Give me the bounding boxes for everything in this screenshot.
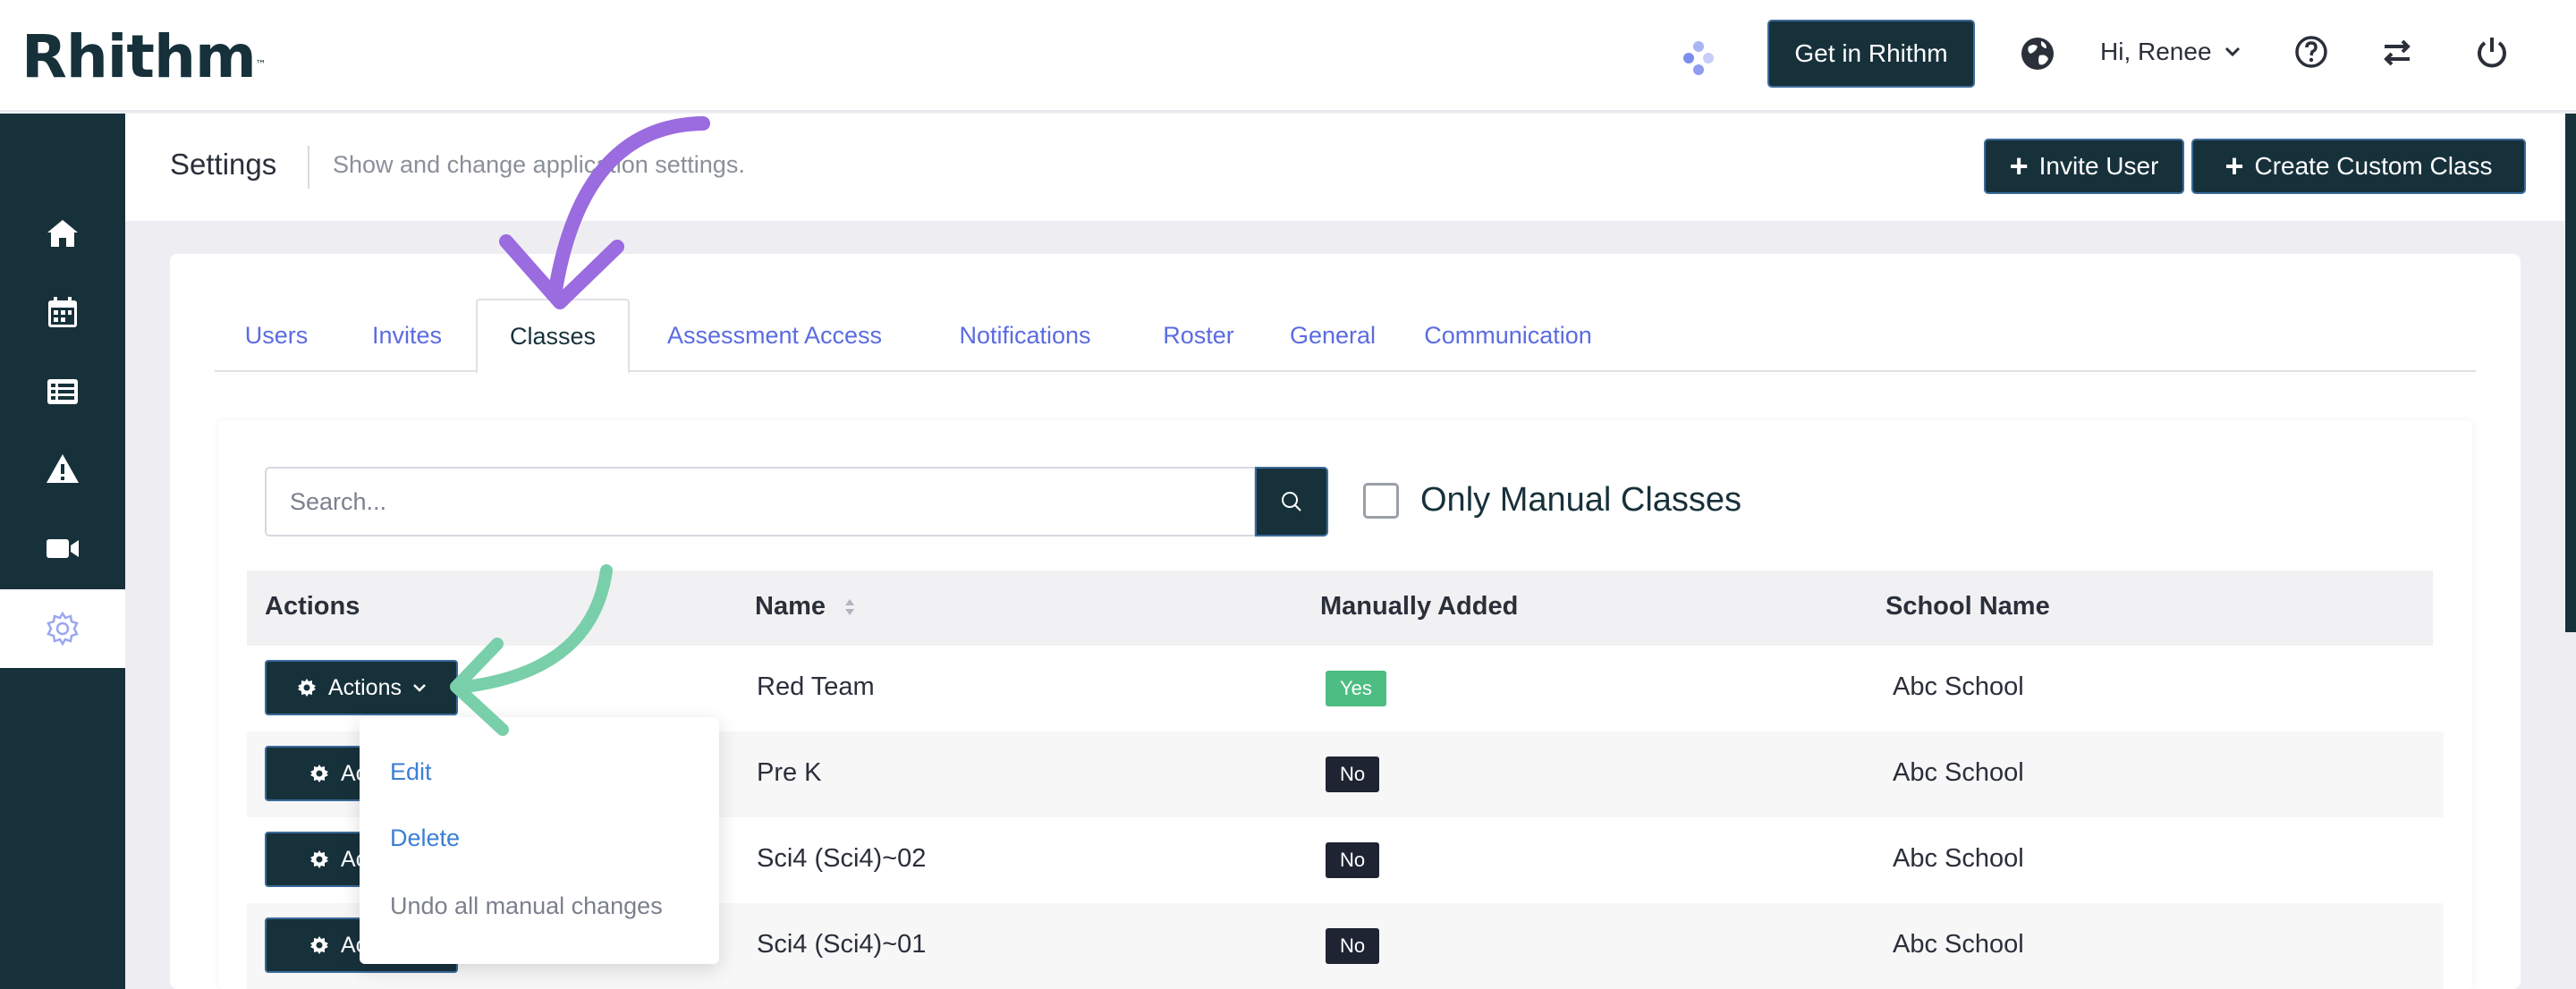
- actions-dropdown-menu: Edit Delete Undo all manual changes: [360, 717, 719, 964]
- column-header-school-name: School Name: [1885, 592, 2050, 621]
- gear-icon: [298, 679, 316, 697]
- tab-assessment-access[interactable]: Assessment Access: [630, 299, 919, 372]
- tab-general[interactable]: General: [1267, 299, 1399, 372]
- power-icon[interactable]: [2474, 34, 2510, 70]
- invite-user-button[interactable]: + Invite User: [1984, 139, 2184, 194]
- search-button[interactable]: [1255, 467, 1328, 537]
- sort-icon: [845, 599, 855, 616]
- plus-icon: +: [2224, 148, 2244, 184]
- tab-roster[interactable]: Roster: [1131, 299, 1267, 372]
- get-in-rhithm-button[interactable]: Get in Rhithm: [1767, 20, 1975, 88]
- manual-badge: Yes: [1326, 671, 1386, 706]
- top-bar: Rhithm™ Get in Rhithm Hi, Renee: [0, 0, 2576, 112]
- user-menu[interactable]: Hi, Renee: [2100, 34, 2241, 70]
- settings-tabs: Users Invites Classes Assessment Access …: [215, 299, 2476, 374]
- tab-users[interactable]: Users: [215, 299, 338, 372]
- tab-communication[interactable]: Communication: [1399, 299, 1617, 372]
- sidebar-item-video[interactable]: [0, 509, 125, 587]
- class-name: Sci4 (Sci4)~01: [757, 930, 927, 959]
- page-title: Settings: [170, 148, 277, 181]
- create-custom-class-button[interactable]: + Create Custom Class: [2191, 139, 2526, 194]
- tab-classes[interactable]: Classes: [476, 299, 630, 374]
- home-icon: [47, 220, 78, 247]
- calendar-icon: [48, 297, 77, 327]
- gear-icon: [47, 611, 79, 647]
- school-name: Abc School: [1893, 844, 2024, 873]
- search-icon: [1282, 492, 1301, 511]
- manual-badge: No: [1326, 757, 1380, 792]
- tab-invites[interactable]: Invites: [338, 299, 476, 372]
- rhithm-logo[interactable]: Rhithm™: [21, 21, 267, 93]
- only-manual-checkbox[interactable]: [1363, 483, 1399, 519]
- actions-button[interactable]: Actions: [265, 660, 458, 715]
- school-name: Abc School: [1893, 758, 2024, 787]
- menu-item-delete[interactable]: Delete: [390, 824, 460, 852]
- list-icon: [47, 379, 78, 404]
- gear-icon: [310, 765, 328, 782]
- only-manual-label: Only Manual Classes: [1420, 481, 1742, 519]
- settings-header: Settings Show and change application set…: [125, 114, 2565, 221]
- sidebar-item-calendar[interactable]: [0, 273, 125, 351]
- column-header-manually-added: Manually Added: [1320, 592, 1519, 621]
- chevron-down-icon: [2224, 46, 2240, 57]
- class-name: Sci4 (Sci4)~02: [757, 844, 927, 873]
- switch-icon[interactable]: [2379, 34, 2415, 70]
- class-name: Red Team: [757, 672, 875, 701]
- globe-icon[interactable]: [2020, 36, 2055, 72]
- help-icon[interactable]: [2293, 34, 2329, 70]
- chevron-down-icon: [413, 684, 426, 692]
- tab-notifications[interactable]: Notifications: [919, 299, 1131, 372]
- table-header: Actions Name Manually Added School Name: [247, 571, 2433, 646]
- school-name: Abc School: [1893, 930, 2024, 959]
- gear-icon: [310, 936, 328, 954]
- column-header-actions: Actions: [265, 592, 360, 621]
- sidebar: [0, 114, 125, 989]
- menu-item-edit[interactable]: Edit: [390, 758, 432, 786]
- search-input[interactable]: [265, 467, 1256, 537]
- gear-icon: [310, 850, 328, 868]
- column-header-name[interactable]: Name: [755, 592, 856, 621]
- sidebar-item-settings[interactable]: [0, 589, 125, 668]
- title-divider: [308, 146, 309, 189]
- school-name: Abc School: [1893, 672, 2024, 701]
- manual-badge: No: [1326, 928, 1380, 964]
- sidebar-item-home[interactable]: [0, 194, 125, 273]
- menu-item-undo-manual-changes[interactable]: Undo all manual changes: [390, 892, 663, 920]
- plus-icon: +: [2009, 148, 2029, 184]
- warning-icon: [47, 454, 79, 483]
- manual-badge: No: [1326, 842, 1380, 878]
- page-subtitle: Show and change application settings.: [333, 151, 745, 178]
- sidebar-item-warning[interactable]: [0, 430, 125, 509]
- sidebar-item-list[interactable]: [0, 351, 125, 430]
- class-name: Pre K: [757, 758, 822, 787]
- video-icon: [47, 539, 79, 558]
- user-greeting: Hi, Renee: [2100, 38, 2212, 65]
- sparkle-icon[interactable]: [1678, 38, 1719, 79]
- scrollbar[interactable]: [2565, 114, 2576, 632]
